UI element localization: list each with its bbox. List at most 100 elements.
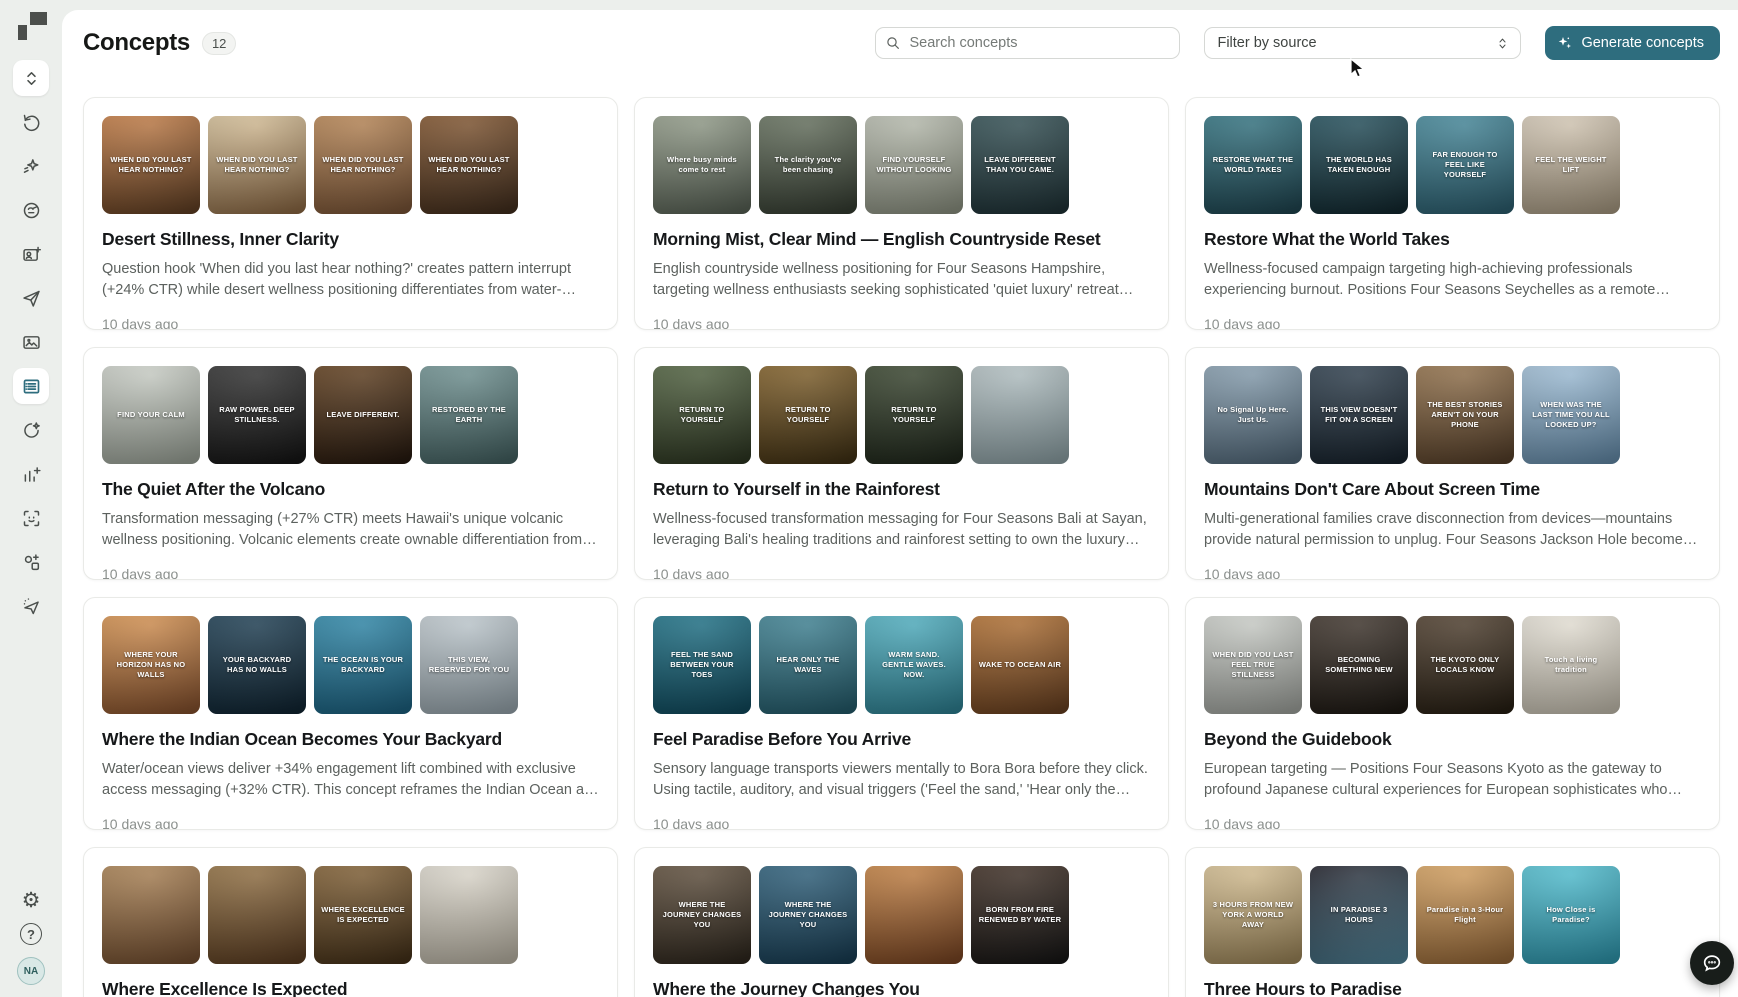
concept-thumbnail[interactable]: RESTORE WHAT THE WORLD TAKES	[1204, 116, 1302, 214]
thumbnail-overlay-text: FIND YOUR CALM	[110, 410, 192, 420]
concept-card[interactable]: Where busy minds come to rest The clarity…	[634, 97, 1169, 330]
concept-card[interactable]: 3 HOURS FROM NEW YORK A WORLD AWAYIN PAR…	[1185, 847, 1720, 997]
sidebar-item-list-table[interactable]	[13, 368, 49, 404]
concept-card[interactable]: FEEL THE SAND BETWEEN YOUR TOESHEAR ONLY…	[634, 597, 1169, 830]
plane-sparkles-icon	[21, 596, 42, 617]
concept-card[interactable]: WHEN DID YOU LAST FEEL TRUE STILLNESSBEC…	[1185, 597, 1720, 830]
concept-thumbnail[interactable]: FEEL THE SAND BETWEEN YOUR TOES	[653, 616, 751, 714]
concept-thumbnail[interactable]: THE KYOTO ONLY LOCALS KNOW	[1416, 616, 1514, 714]
concept-title: Three Hours to Paradise	[1204, 979, 1701, 997]
concept-card[interactable]: WHERE THE JOURNEY CHANGES YOUWHERE THE J…	[634, 847, 1169, 997]
concept-thumbnail[interactable]: WHEN DID YOU LAST HEAR NOTHING?	[314, 116, 412, 214]
sidebar-item-shooting-star[interactable]	[13, 148, 49, 184]
thumbnail-strip: RETURN TO YOURSELFRETURN TO YOURSELFRETU…	[653, 366, 1150, 464]
search-icon	[885, 35, 901, 51]
help-icon[interactable]: ?	[20, 923, 42, 945]
concept-thumbnail[interactable]: WHEN WAS THE LAST TIME YOU ALL LOOKED UP…	[1522, 366, 1620, 464]
concept-thumbnail[interactable]: FIND YOURSELF WITHOUT LOOKING	[865, 116, 963, 214]
concept-thumbnail[interactable]	[208, 866, 306, 964]
sidebar-item-plane-sparkles[interactable]	[13, 588, 49, 624]
concept-thumbnail[interactable]: How Close is Paradise?	[1522, 866, 1620, 964]
concept-thumbnail[interactable]: LEAVE DIFFERENT THAN YOU CAME.	[971, 116, 1069, 214]
concept-thumbnail[interactable]: THIS VIEW DOESN'T FIT ON A SCREEN	[1310, 366, 1408, 464]
concept-thumbnail[interactable]	[865, 866, 963, 964]
sidebar-item-paper-plane[interactable]	[13, 280, 49, 316]
concept-thumbnail[interactable]: RESTORED BY THE EARTH	[420, 366, 518, 464]
app-logo[interactable]	[15, 12, 47, 40]
concept-card[interactable]: RESTORE WHAT THE WORLD TAKES THE WORLD HA…	[1185, 97, 1720, 330]
thumbnail-overlay-text: FAR ENOUGH TO FEEL LIKE YOURSELF	[1416, 150, 1514, 179]
sidebar-item-id-card-plus[interactable]	[13, 236, 49, 272]
concept-thumbnail[interactable]: WHERE EXCELLENCE IS EXPECTED	[314, 866, 412, 964]
concept-thumbnail[interactable]: WHERE THE JOURNEY CHANGES YOU	[653, 866, 751, 964]
concept-thumbnail[interactable]: THE OCEAN IS YOUR BACKYARD	[314, 616, 412, 714]
concept-thumbnail[interactable]: RETURN TO YOURSELF	[653, 366, 751, 464]
concept-thumbnail[interactable]: BORN FROM FIRE RENEWED BY WATER	[971, 866, 1069, 964]
app-root: ⚙ ? NA Concepts 12 Filter by source	[0, 0, 1738, 997]
concept-thumbnail[interactable]: THIS VIEW, RESERVED FOR YOU	[420, 616, 518, 714]
concept-thumbnail[interactable]: WHERE YOUR HORIZON HAS NO WALLS	[102, 616, 200, 714]
concept-thumbnail[interactable]: WARM SAND. GENTLE WAVES. NOW.	[865, 616, 963, 714]
concept-thumbnail[interactable]: Touch a living tradition	[1522, 616, 1620, 714]
sidebar-item-bar-chart-plus[interactable]	[13, 456, 49, 492]
concept-thumbnail[interactable]: LEAVE DIFFERENT.	[314, 366, 412, 464]
concept-thumbnail[interactable]: Paradise in a 3-Hour Flight	[1416, 866, 1514, 964]
concept-thumbnail[interactable]: FIND YOUR CALM	[102, 366, 200, 464]
concept-card[interactable]: WHERE EXCELLENCE IS EXPECTED Where Excel…	[83, 847, 618, 997]
concept-thumbnail[interactable]: WHEN DID YOU LAST HEAR NOTHING?	[208, 116, 306, 214]
search-input[interactable]	[875, 27, 1180, 59]
concept-thumbnail[interactable]: No Signal Up Here. Just Us.	[1204, 366, 1302, 464]
concept-timestamp: 10 days ago	[653, 316, 1150, 330]
concept-thumbnail[interactable]: THE WORLD HAS TAKEN ENOUGH	[1310, 116, 1408, 214]
concept-thumbnail[interactable]	[102, 866, 200, 964]
concept-card[interactable]: FIND YOUR CALM RAW POWER. DEEP STILLNESS.…	[83, 347, 618, 580]
concept-thumbnail[interactable]: RETURN TO YOURSELF	[865, 366, 963, 464]
sidebar-item-shapes-plus[interactable]	[13, 544, 49, 580]
concept-card[interactable]: WHEN DID YOU LAST HEAR NOTHING?WHEN DID …	[83, 97, 618, 330]
concept-thumbnail[interactable]: BECOMING SOMETHING NEW	[1310, 616, 1408, 714]
concept-thumbnail[interactable]: WHEN DID YOU LAST HEAR NOTHING?	[102, 116, 200, 214]
concept-thumbnail[interactable]: WHEN DID YOU LAST HEAR NOTHING?	[420, 116, 518, 214]
sidebar-item-face-scan[interactable]	[13, 500, 49, 536]
concept-thumbnail[interactable]: WHEN DID YOU LAST FEEL TRUE STILLNESS	[1204, 616, 1302, 714]
concept-thumbnail[interactable]: Where busy minds come to rest	[653, 116, 751, 214]
sidebar-item-image-card[interactable]	[13, 324, 49, 360]
sidebar-item-history[interactable]	[13, 104, 49, 140]
concept-thumbnail[interactable]: RETURN TO YOURSELF	[759, 366, 857, 464]
thumbnail-overlay-text: WHEN DID YOU LAST HEAR NOTHING?	[314, 155, 412, 175]
concept-card[interactable]: WHERE YOUR HORIZON HAS NO WALLSYOUR BACK…	[83, 597, 618, 830]
concept-thumbnail[interactable]: The clarity you've been chasing	[759, 116, 857, 214]
concept-thumbnail[interactable]: FAR ENOUGH TO FEEL LIKE YOURSELF	[1416, 116, 1514, 214]
avatar[interactable]: NA	[17, 957, 45, 985]
sidebar-item-face-swirl[interactable]	[13, 192, 49, 228]
concept-thumbnail[interactable]: YOUR BACKYARD HAS NO WALLS	[208, 616, 306, 714]
concept-title: The Quiet After the Volcano	[102, 479, 599, 500]
thumbnail-overlay-text: THE WORLD HAS TAKEN ENOUGH	[1310, 155, 1408, 175]
main-panel: Concepts 12 Filter by source	[62, 10, 1738, 997]
concept-thumbnail[interactable]: IN PARADISE 3 HOURS	[1310, 866, 1408, 964]
generate-concepts-button[interactable]: Generate concepts	[1545, 26, 1720, 60]
thumbnail-overlay-text: Where busy minds come to rest	[653, 155, 751, 175]
concept-thumbnail[interactable]	[420, 866, 518, 964]
concept-thumbnail[interactable]	[971, 366, 1069, 464]
thumbnail-strip: RESTORE WHAT THE WORLD TAKES THE WORLD HA…	[1204, 116, 1701, 214]
concept-thumbnail[interactable]: WAKE TO OCEAN AIR	[971, 616, 1069, 714]
concept-thumbnail[interactable]: 3 HOURS FROM NEW YORK A WORLD AWAY	[1204, 866, 1302, 964]
sidebar-item-chevron-up-down[interactable]	[13, 60, 49, 96]
sidebar-item-sparkle-loop[interactable]	[13, 412, 49, 448]
concept-thumbnail[interactable]: THE BEST STORIES AREN'T ON YOUR PHONE	[1416, 366, 1514, 464]
shapes-plus-icon	[21, 552, 42, 573]
gear-icon[interactable]: ⚙	[22, 890, 41, 911]
chat-widget-button[interactable]	[1690, 941, 1734, 985]
concept-timestamp: 10 days ago	[653, 816, 1150, 830]
concept-thumbnail[interactable]: WHERE THE JOURNEY CHANGES YOU	[759, 866, 857, 964]
concept-thumbnail[interactable]: FEEL THE WEIGHT LIFT	[1522, 116, 1620, 214]
concept-thumbnail[interactable]: RAW POWER. DEEP STILLNESS.	[208, 366, 306, 464]
concept-card[interactable]: RETURN TO YOURSELFRETURN TO YOURSELFRETU…	[634, 347, 1169, 580]
concept-thumbnail[interactable]: HEAR ONLY THE WAVES	[759, 616, 857, 714]
concept-card[interactable]: No Signal Up Here. Just Us.THIS VIEW DOE…	[1185, 347, 1720, 580]
paper-plane-icon	[21, 288, 42, 309]
thumbnail-overlay-text: THE OCEAN IS YOUR BACKYARD	[314, 655, 412, 675]
filter-by-source-select[interactable]: Filter by source	[1204, 27, 1521, 59]
thumbnail-overlay-text: THIS VIEW, RESERVED FOR YOU	[420, 655, 518, 675]
